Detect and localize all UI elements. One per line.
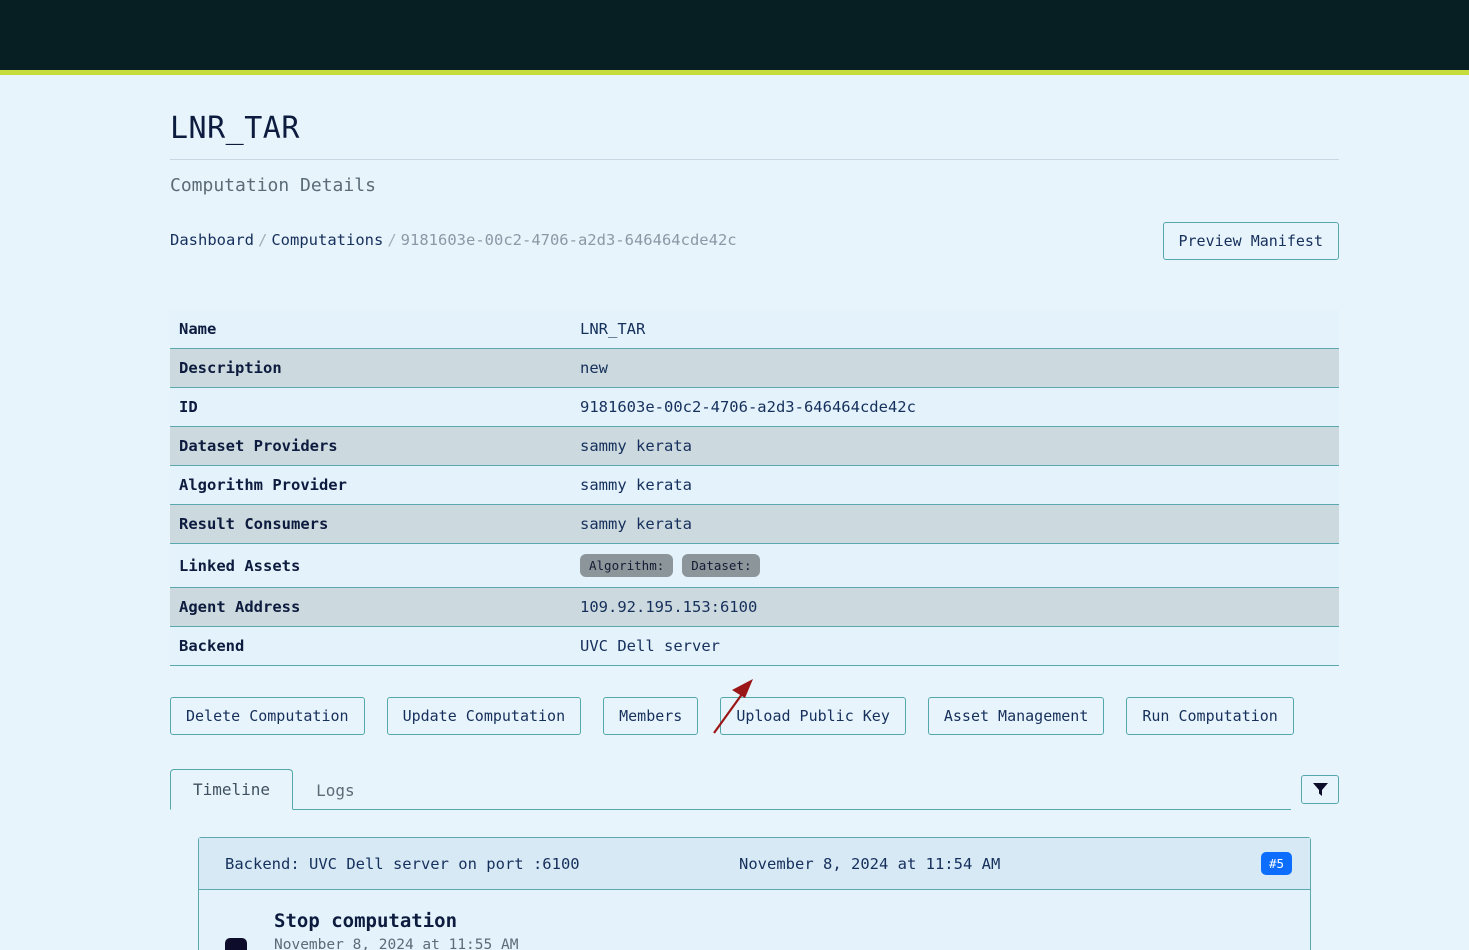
table-row: Algorithm Provider sammy kerata (170, 465, 1339, 505)
linked-asset-dataset-badge[interactable]: Dataset: (682, 554, 761, 577)
filter-funnel-icon (1312, 783, 1328, 796)
tab-list: Timeline Logs (170, 768, 1291, 810)
run-computation-button[interactable]: Run Computation (1126, 697, 1294, 735)
table-row: Result Consumers sammy kerata (170, 504, 1339, 544)
row-label-result-consumers: Result Consumers (179, 515, 329, 533)
breadcrumb-row: Dashboard / Computations/9181603e-00c2-470… (170, 222, 1339, 260)
breadcrumb-computation-id: 9181603e-00c2-4706-a2d3-646464cde42c (400, 231, 737, 249)
timeline-event-date: November 8, 2024 at 11:55 AM (274, 937, 519, 950)
table-row: Linked Assets Algorithm: Dataset: (170, 543, 1339, 588)
page-title: LNR_TAR (170, 75, 1339, 160)
row-value-agent-address: 109.92.195.153:6100 (580, 598, 758, 616)
details-table-body: Name LNR_TAR Description new ID 9181603e… (170, 310, 1339, 666)
table-row: ID 9181603e-00c2-4706-a2d3-646464cde42c (170, 387, 1339, 427)
row-label-description: Description (179, 359, 282, 377)
row-value-backend: UVC Dell server (580, 637, 720, 655)
upload-public-key-button[interactable]: Upload Public Key (720, 697, 906, 735)
timeline-panel: Backend: UVC Dell server on port :6100 N… (170, 837, 1339, 950)
row-label-name: Name (179, 320, 217, 338)
update-computation-button[interactable]: Update Computation (386, 697, 582, 735)
table-row: Backend UVC Dell server (170, 626, 1339, 666)
table-row: Dataset Providers sammy kerata (170, 426, 1339, 466)
row-label-linked-assets: Linked Assets (179, 556, 301, 575)
row-label-agent-address: Agent Address (179, 598, 301, 616)
preview-manifest-button[interactable]: Preview Manifest (1162, 222, 1339, 260)
table-row: Name LNR_TAR (170, 310, 1339, 349)
row-label-id: ID (179, 398, 198, 416)
row-value-dataset-providers: sammy kerata (580, 437, 692, 455)
timeline-header-date: November 8, 2024 at 11:54 AM (739, 854, 1001, 873)
filter-button[interactable] (1301, 775, 1339, 804)
timeline-card: Backend: UVC Dell server on port :6100 N… (198, 837, 1311, 950)
row-label-backend: Backend (179, 637, 245, 655)
row-value-linked-assets: Algorithm: Dataset: (570, 544, 1339, 588)
breadcrumb-computations[interactable]: Computations (271, 231, 383, 249)
timeline-backend-label: Backend: UVC Dell server on port :6100 (225, 854, 580, 873)
row-value-result-consumers: sammy kerata (580, 515, 692, 533)
timeline-card-body: Stop computation November 8, 2024 at 11:… (199, 890, 1310, 950)
linked-asset-algorithm-badge[interactable]: Algorithm: (580, 554, 674, 577)
timeline-card-header: Backend: UVC Dell server on port :6100 N… (199, 838, 1310, 890)
breadcrumb-separator-1: / (258, 231, 268, 249)
page-container: LNR_TAR Computation Details Dashboard / Co… (0, 75, 1469, 950)
table-row: Description new (170, 348, 1339, 388)
asset-management-button[interactable]: Asset Management (927, 697, 1105, 735)
row-value-description: new (580, 359, 608, 377)
row-label-dataset-providers: Dataset Providers (179, 437, 338, 455)
members-button[interactable]: Members (603, 697, 699, 735)
breadcrumb-separator-2: / (387, 231, 397, 249)
tab-logs[interactable]: Logs (293, 770, 378, 810)
breadcrumb: Dashboard / Computations/9181603e-00c2-470… (170, 222, 737, 249)
timeline-event-content: Stop computation November 8, 2024 at 11:… (274, 910, 518, 950)
table-row: Agent Address 109.92.195.153:6100 (170, 587, 1339, 627)
tab-timeline[interactable]: Timeline (170, 769, 294, 810)
timeline-count-badge: #5 (1260, 852, 1292, 875)
page-subtitle: Computation Details (170, 175, 376, 196)
list-item[interactable]: Stop computation November 8, 2024 at 11:… (225, 910, 1284, 950)
top-navigation-bar (0, 0, 1469, 70)
row-value-id: 9181603e-00c2-4706-a2d3-646464cde42c (580, 398, 916, 416)
action-button-row: Delete Computation Update Computation Me… (170, 697, 1339, 735)
row-value-name: LNR_TAR (580, 320, 646, 338)
computation-details-table: Name LNR_TAR Description new ID 9181603e… (170, 310, 1339, 666)
linked-asset-badges: Algorithm: Dataset: (580, 554, 1329, 577)
tabs-row: Timeline Logs (170, 768, 1339, 810)
row-label-algorithm-provider: Algorithm Provider (179, 476, 347, 494)
row-value-algorithm-provider: sammy kerata (580, 476, 692, 494)
breadcrumb-dashboard[interactable]: Dashboard (170, 231, 254, 249)
delete-computation-button[interactable]: Delete Computation (170, 697, 365, 735)
timeline-event-title: Stop computation (274, 910, 458, 932)
timeline-event-marker-icon (225, 938, 247, 950)
